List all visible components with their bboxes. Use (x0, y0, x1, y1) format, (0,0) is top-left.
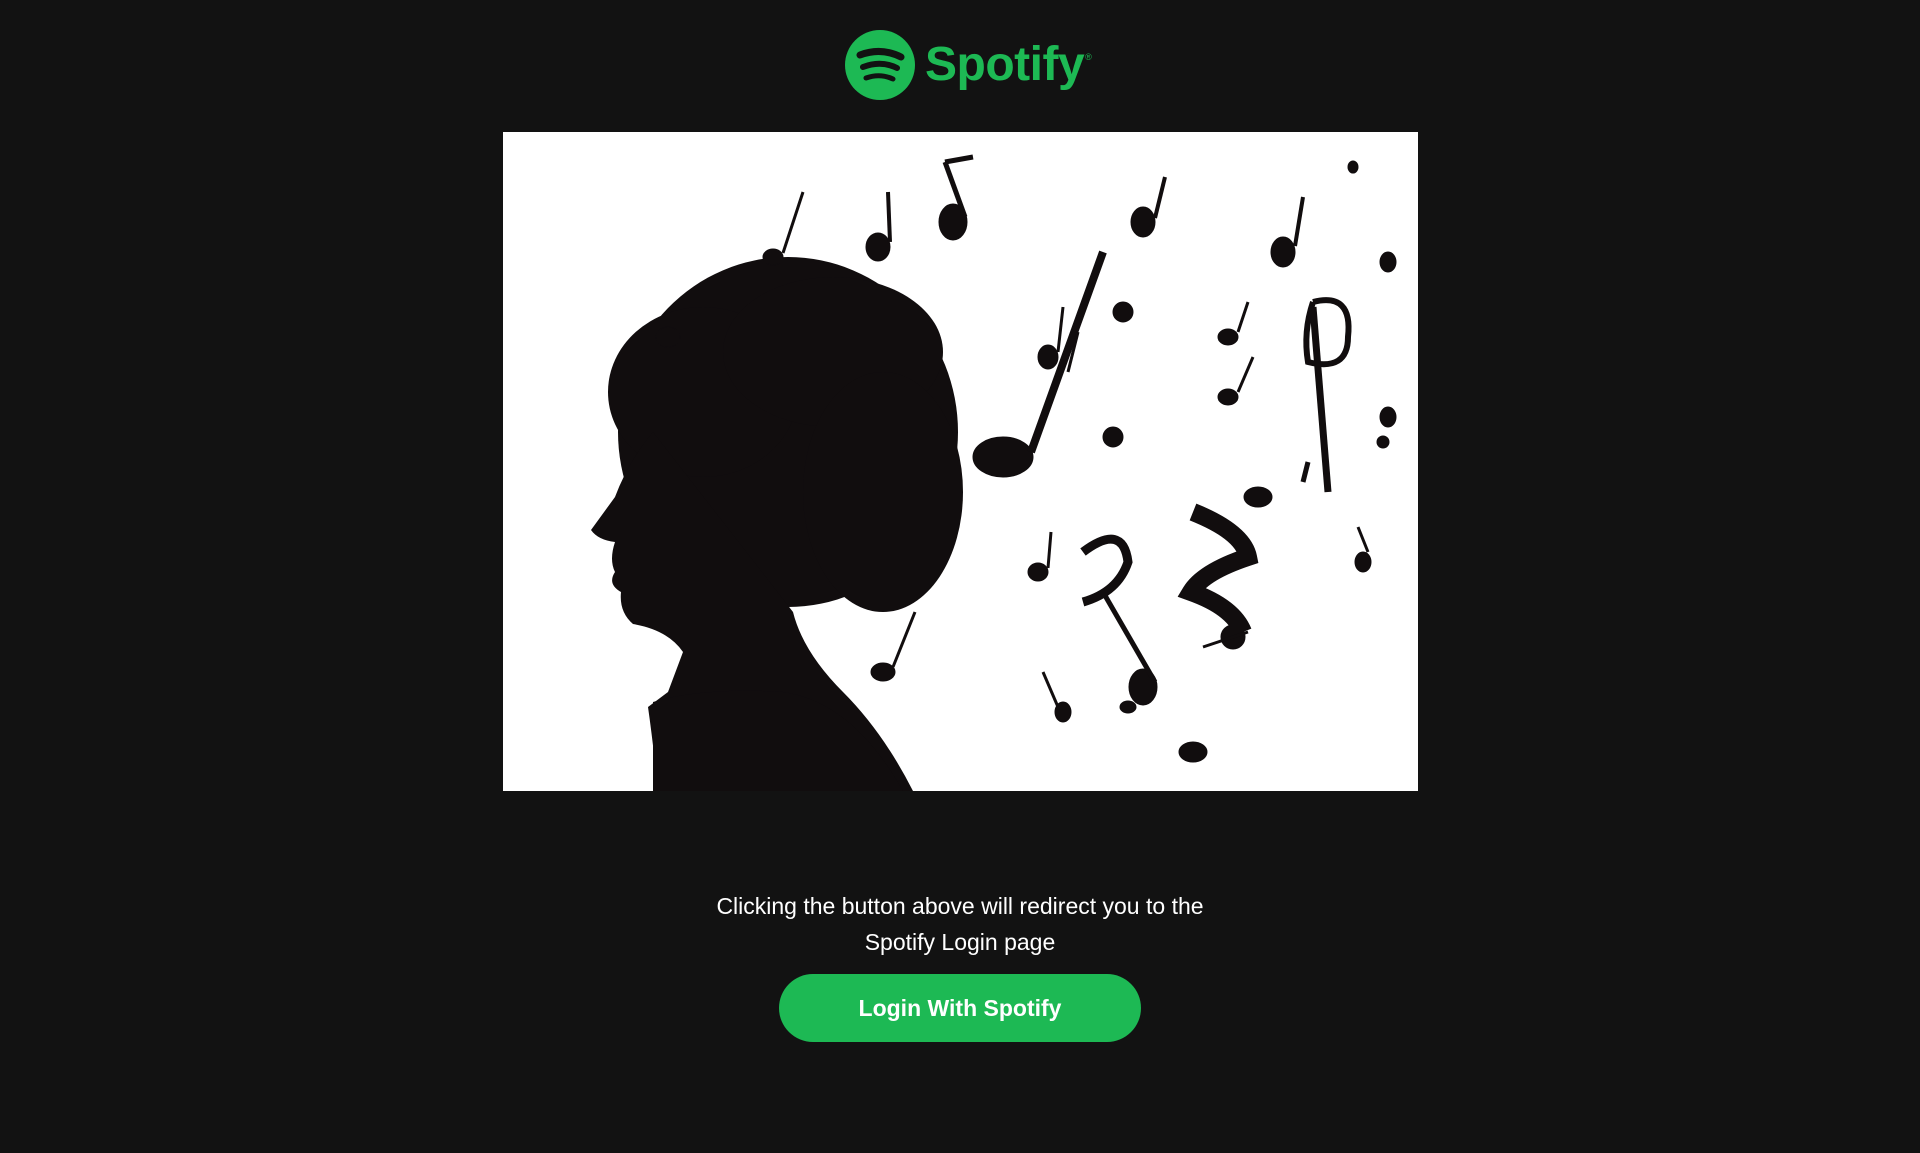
caption-line-2: Spotify Login page (864, 929, 1056, 955)
hero-image (503, 132, 1418, 791)
spotify-icon (845, 30, 915, 100)
login-page: Spotify ® Clicking the button above will… (0, 0, 1920, 1153)
spotify-logo: Spotify ® (845, 30, 1092, 100)
redirect-caption: Clicking the button above will redirect … (660, 888, 1260, 960)
logo-wordmark: Spotify (925, 38, 1085, 91)
caption-line-1: Clicking the button above will redirect … (716, 893, 1204, 919)
registered-mark: ® (1085, 52, 1092, 62)
music-head-silhouette-icon (591, 154, 1397, 791)
login-with-spotify-button[interactable]: Login With Spotify (779, 974, 1141, 1042)
